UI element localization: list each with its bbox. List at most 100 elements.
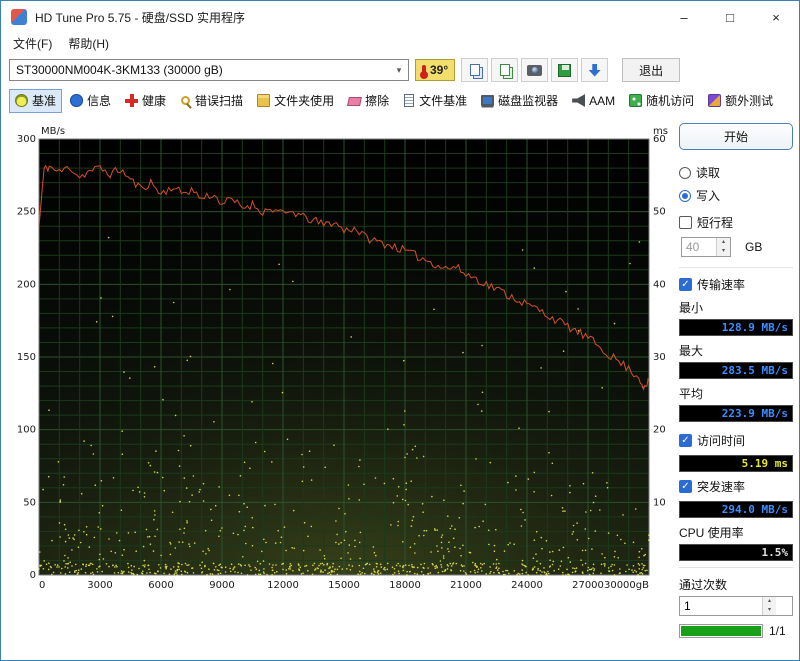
- tab-label: 文件夹使用: [274, 94, 335, 108]
- svg-text:3000: 3000: [87, 580, 112, 591]
- drive-select-value: ST30000NM004K-3KM133 (30000 gB): [16, 63, 223, 77]
- tab-folder-usage[interactable]: 文件夹使用: [251, 89, 340, 113]
- tab-health[interactable]: 健康: [119, 89, 172, 113]
- download-icon: [588, 63, 601, 77]
- erase-icon: [347, 97, 363, 106]
- cpu-usage-label: CPU 使用率: [679, 526, 744, 540]
- read-radio[interactable]: 读取: [679, 164, 793, 181]
- tab-label: 随机访问: [646, 94, 695, 108]
- save-icon: [558, 63, 572, 77]
- tab-label: 信息: [87, 94, 112, 108]
- menu-help[interactable]: 帮助(H): [60, 34, 117, 53]
- short-stroke-value[interactable]: [682, 238, 716, 256]
- svg-text:10: 10: [653, 497, 666, 508]
- control-panel: 开始 读取 写入 短行程 ▴ ▾: [679, 123, 793, 638]
- toolbar-buttons: [461, 58, 609, 82]
- toolbar: ST30000NM004K-3KM133 (30000 gB) ▾ 39° 退出: [1, 54, 799, 86]
- start-button[interactable]: 开始: [679, 123, 793, 150]
- tab-label: AAM: [589, 93, 616, 108]
- checkbox-icon: [679, 434, 692, 447]
- svg-text:15000: 15000: [328, 580, 360, 591]
- copy-image-button[interactable]: [491, 58, 519, 82]
- menu-file[interactable]: 文件(F): [5, 34, 60, 53]
- app-window: HD Tune Pro 5.75 - 硬盘/SSD 实用程序 – □ × 文件(…: [0, 0, 800, 661]
- tab-error-scan[interactable]: 错误扫描: [174, 89, 249, 113]
- spin-down-icon[interactable]: ▾: [763, 606, 776, 615]
- camera-icon: [527, 64, 543, 76]
- svg-text:21000: 21000: [450, 580, 482, 591]
- short-stroke-unit: GB: [745, 240, 763, 254]
- transfer-rate-label: 传输速率: [697, 278, 746, 292]
- tab-erase[interactable]: 擦除: [342, 89, 395, 113]
- access-time-checkbox[interactable]: 访问时间: [679, 432, 793, 449]
- tab-random-access[interactable]: 随机访问: [623, 89, 700, 113]
- title-bar: HD Tune Pro 5.75 - 硬盘/SSD 实用程序 – □ ×: [1, 1, 799, 33]
- copy-image-icon: [499, 64, 510, 76]
- read-label: 读取: [696, 166, 721, 180]
- write-radio[interactable]: 写入: [679, 187, 793, 204]
- short-stroke-checkbox[interactable]: 短行程: [679, 214, 793, 231]
- save-button[interactable]: [551, 58, 579, 82]
- speaker-icon: [572, 94, 586, 107]
- svg-text:30000gB: 30000gB: [604, 580, 649, 591]
- info-icon: [70, 94, 84, 107]
- svg-text:MB/s: MB/s: [41, 126, 65, 137]
- progress-fill: [681, 626, 761, 636]
- checkbox-icon: [679, 216, 692, 229]
- minimize-button[interactable]: –: [661, 1, 707, 33]
- monitor-icon: [481, 95, 495, 106]
- pass-count-input[interactable]: ▴ ▾: [679, 596, 793, 616]
- svg-text:250: 250: [17, 207, 36, 218]
- svg-text:0: 0: [30, 570, 36, 581]
- svg-text:300: 300: [17, 134, 36, 145]
- tab-disk-monitor[interactable]: 磁盘监视器: [475, 89, 564, 113]
- short-stroke-label: 短行程: [697, 216, 734, 230]
- exit-button[interactable]: 退出: [622, 58, 681, 82]
- tab-aam[interactable]: AAM: [566, 89, 621, 113]
- drive-select[interactable]: ST30000NM004K-3KM133 (30000 gB) ▾: [9, 59, 409, 81]
- short-stroke-input[interactable]: ▴ ▾: [681, 237, 731, 257]
- burst-rate-checkbox[interactable]: 突发速率: [679, 478, 793, 495]
- spin-up-icon[interactable]: ▴: [763, 597, 776, 606]
- gauge-icon: [15, 94, 28, 107]
- spin-up-icon[interactable]: ▴: [717, 238, 730, 247]
- stat-value: 223.9 MB/s: [679, 405, 793, 422]
- export-button[interactable]: [581, 58, 609, 82]
- transfer-rate-checkbox[interactable]: 传输速率: [679, 276, 793, 293]
- svg-text:50: 50: [653, 207, 666, 218]
- access-time-label: 访问时间: [697, 434, 746, 448]
- tab-label: 错误扫描: [195, 94, 244, 108]
- tab-label: 额外测试: [725, 94, 774, 108]
- spin-down-icon[interactable]: ▾: [717, 247, 730, 256]
- svg-text:30: 30: [653, 352, 666, 363]
- maximize-button[interactable]: □: [707, 1, 753, 33]
- tab-info[interactable]: 信息: [64, 89, 117, 113]
- tab-label: 健康: [142, 94, 167, 108]
- chevron-down-icon: ▾: [396, 64, 402, 75]
- progress-bar: [679, 624, 763, 638]
- scan-icon: [181, 96, 191, 105]
- svg-text:200: 200: [17, 279, 36, 290]
- svg-text:27000: 27000: [572, 580, 604, 591]
- tab-file-benchmark[interactable]: 文件基准: [397, 89, 473, 113]
- copy-icon: [469, 64, 480, 76]
- pass-count-value[interactable]: [680, 597, 762, 615]
- copy-button[interactable]: [461, 58, 489, 82]
- stat-label: 最小: [679, 301, 704, 315]
- tab-benchmark[interactable]: 基准: [9, 88, 63, 113]
- extra-icon: [708, 94, 722, 107]
- screenshot-button[interactable]: [521, 58, 549, 82]
- svg-text:9000: 9000: [209, 580, 234, 591]
- folder-icon: [257, 94, 271, 107]
- file-benchmark-icon: [404, 94, 415, 107]
- stat-label: 平均: [679, 387, 704, 401]
- window-title: HD Tune Pro 5.75 - 硬盘/SSD 实用程序: [35, 10, 246, 25]
- tab-extra-tests[interactable]: 额外测试: [702, 89, 779, 113]
- close-button[interactable]: ×: [753, 1, 799, 33]
- svg-text:12000: 12000: [267, 580, 299, 591]
- random-icon: [629, 94, 643, 107]
- temperature-value: 39°: [430, 63, 449, 77]
- menu-bar: 文件(F) 帮助(H): [1, 33, 799, 54]
- temperature-indicator: 39°: [415, 59, 456, 81]
- app-icon: [11, 9, 27, 25]
